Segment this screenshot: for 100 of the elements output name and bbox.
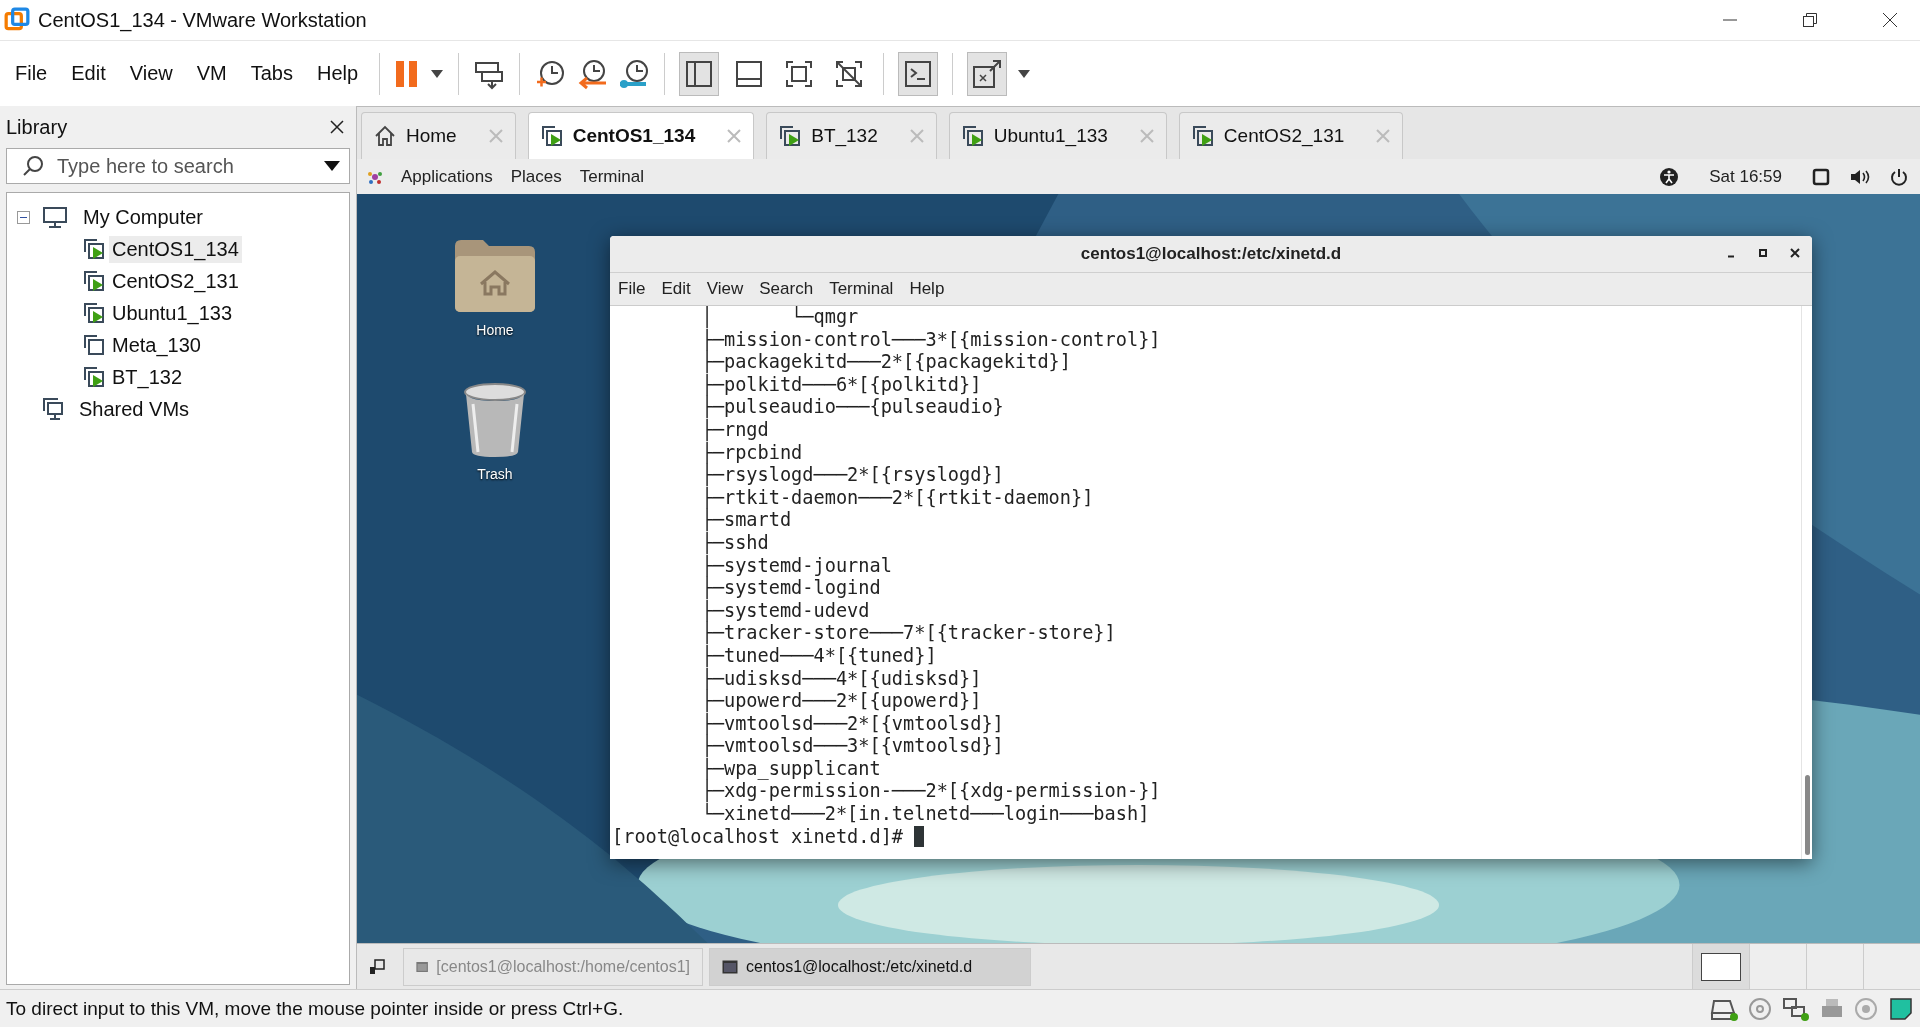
terminal-line: ├─upowerd───2*[{upowerd}] [700, 690, 982, 712]
terminal-line: ├─pulseaudio───{pulseaudio} [700, 396, 1004, 418]
taskbar-item[interactable]: centos1@localhost:/etc/xinetd.d [709, 947, 1031, 986]
menu-item[interactable]: View [706, 279, 744, 299]
tab[interactable]: Ubuntu1_133 [948, 112, 1167, 159]
app-logo-icon [4, 7, 30, 33]
fullscreen-icon [785, 59, 814, 88]
menu-item[interactable]: Edit [64, 58, 113, 89]
terminal-line: ├─systemd-journal [700, 554, 892, 577]
maximize-icon[interactable] [1758, 248, 1768, 258]
terminal-icon [722, 959, 738, 974]
stretch-icon [972, 58, 1003, 89]
terminal-line: ├─wpa_supplicant [700, 757, 881, 780]
terminal-line: │ └─qmgr [700, 306, 859, 328]
terminal-line: ├─vmtoolsd───2*[{vmtoolsd}] [700, 712, 1004, 735]
terminal-line: ├─systemd-udevd [700, 599, 870, 622]
running-vm-icon [961, 125, 984, 147]
message-icon[interactable] [1888, 996, 1914, 1021]
accessibility-icon[interactable] [1659, 166, 1680, 187]
close-icon[interactable] [330, 120, 344, 134]
terminal-icon [416, 959, 429, 974]
close-icon[interactable] [1882, 12, 1898, 28]
terminal-title: centos1@localhost:/etc/xinetd.d [1080, 244, 1342, 264]
terminal-line: ├─sshd [700, 531, 769, 554]
desktop-menu[interactable]: Terminal [579, 166, 644, 187]
computer-icon [42, 206, 68, 228]
terminal-line: ├─rpcbind [700, 441, 803, 464]
menu-item[interactable]: Terminal [829, 279, 894, 299]
terminal-line: ├─packagekitd───2*[{packagekitd}] [700, 351, 1071, 373]
running-vm-icon [779, 125, 802, 147]
terminal-line: ├─xdg-permission-───2*[{xdg-permission-}] [700, 780, 1161, 802]
tree-item[interactable]: CentOS2_131 [109, 267, 242, 295]
terminal-line: ├─smartd [700, 509, 792, 531]
shell-prompt: [root@localhost xinetd.d]# [612, 825, 905, 849]
menu-item[interactable]: Help [309, 58, 366, 89]
power-icon[interactable] [1890, 167, 1908, 186]
workspace-thumbnail[interactable] [1863, 944, 1920, 989]
running-vm-icon [1191, 125, 1214, 147]
tab[interactable]: BT_132 [766, 112, 937, 159]
show-desktop-icon[interactable] [369, 958, 385, 975]
tab[interactable]: CentOS1_134 [527, 112, 755, 159]
terminal-line: ├─rsyslogd───2*[{rsyslogd}] [700, 464, 1004, 486]
sidebar-layout-icon [685, 59, 714, 88]
tree-item[interactable]: Shared VMs [76, 395, 193, 423]
search-field[interactable]: Type here to search [6, 148, 350, 184]
menu-item[interactable]: View [122, 58, 180, 89]
home-icon [374, 125, 396, 147]
workspace-thumbnail[interactable] [1806, 944, 1863, 989]
menu-item[interactable]: VM [189, 58, 234, 89]
collapse-icon[interactable] [17, 210, 30, 224]
home-folder-icon[interactable] [453, 238, 537, 314]
tree-item[interactable]: Meta_130 [109, 331, 204, 359]
library-view-button[interactable] [679, 51, 720, 96]
search-icon [22, 155, 44, 177]
desktop-menu[interactable]: Places [510, 166, 562, 187]
scrollbar-thumb[interactable] [1805, 775, 1810, 855]
tree-item[interactable]: BT_132 [109, 363, 186, 391]
terminal-line: ├─vmtoolsd───3*[{vmtoolsd}] [700, 735, 1004, 757]
caret-icon[interactable] [324, 161, 340, 171]
desktop-icon-label[interactable]: Trash [477, 466, 513, 482]
console-icon [904, 59, 933, 88]
network-icon[interactable] [1782, 996, 1810, 1021]
terminal-line: ├─mission-control───3*[{mission-control}] [700, 328, 1161, 351]
menu-item[interactable]: File [618, 279, 646, 299]
caret-icon[interactable] [430, 68, 445, 79]
stretch-button[interactable] [967, 51, 1008, 96]
restore-icon[interactable] [1802, 12, 1818, 28]
terminal-line: ├─rngd [700, 418, 769, 441]
tree-item[interactable]: My Computer [80, 203, 207, 231]
menu-item[interactable]: Tabs [243, 58, 300, 89]
menu-item[interactable]: Help [909, 279, 945, 299]
tree-item[interactable]: CentOS1_134 [109, 235, 242, 263]
menu-item[interactable]: Edit [661, 279, 691, 299]
caret-icon[interactable] [1017, 68, 1032, 79]
terminal-line: ├─tuned───4*[{tuned}] [700, 644, 937, 667]
revert-snapshot-icon[interactable] [576, 57, 609, 90]
console-button[interactable] [898, 51, 939, 96]
tree-item[interactable]: Ubuntu1_133 [109, 299, 236, 327]
tab[interactable]: CentOS2_131 [1178, 112, 1404, 159]
terminal-line: ├─tracker-store───7*[{tracker-store}] [700, 622, 1116, 644]
snapshot-manager-icon[interactable] [618, 57, 651, 90]
desktop-menu[interactable]: Applications [401, 166, 493, 187]
menu-item[interactable]: File [8, 58, 55, 89]
terminal-line: └─xinetd───2*[in.telnetd───login───bash] [700, 803, 1150, 826]
volume-icon[interactable] [1850, 167, 1870, 186]
library-title: Library [6, 115, 68, 139]
workspace-thumbnail[interactable] [1749, 944, 1806, 989]
workspace-thumbnail[interactable] [1692, 944, 1749, 989]
terminal-line: ├─systemd-logind [700, 577, 881, 599]
trash-icon[interactable] [463, 382, 527, 458]
desktop-icon-label[interactable]: Home [476, 322, 514, 338]
clock[interactable]: Sat 16:59 [1709, 166, 1782, 187]
display-icon[interactable] [1812, 167, 1830, 186]
shared-vms-icon [42, 397, 64, 421]
close-icon[interactable] [1790, 248, 1800, 258]
tab[interactable]: Home [361, 112, 516, 159]
status-message: To direct input to this VM, move the mouse pointer inside or press Ctrl+G. [6, 997, 624, 1020]
text-cursor [914, 826, 925, 848]
menu-item[interactable]: Search [759, 279, 814, 299]
terminal-line: ├─udisksd───4*[{udisksd}] [700, 667, 982, 690]
